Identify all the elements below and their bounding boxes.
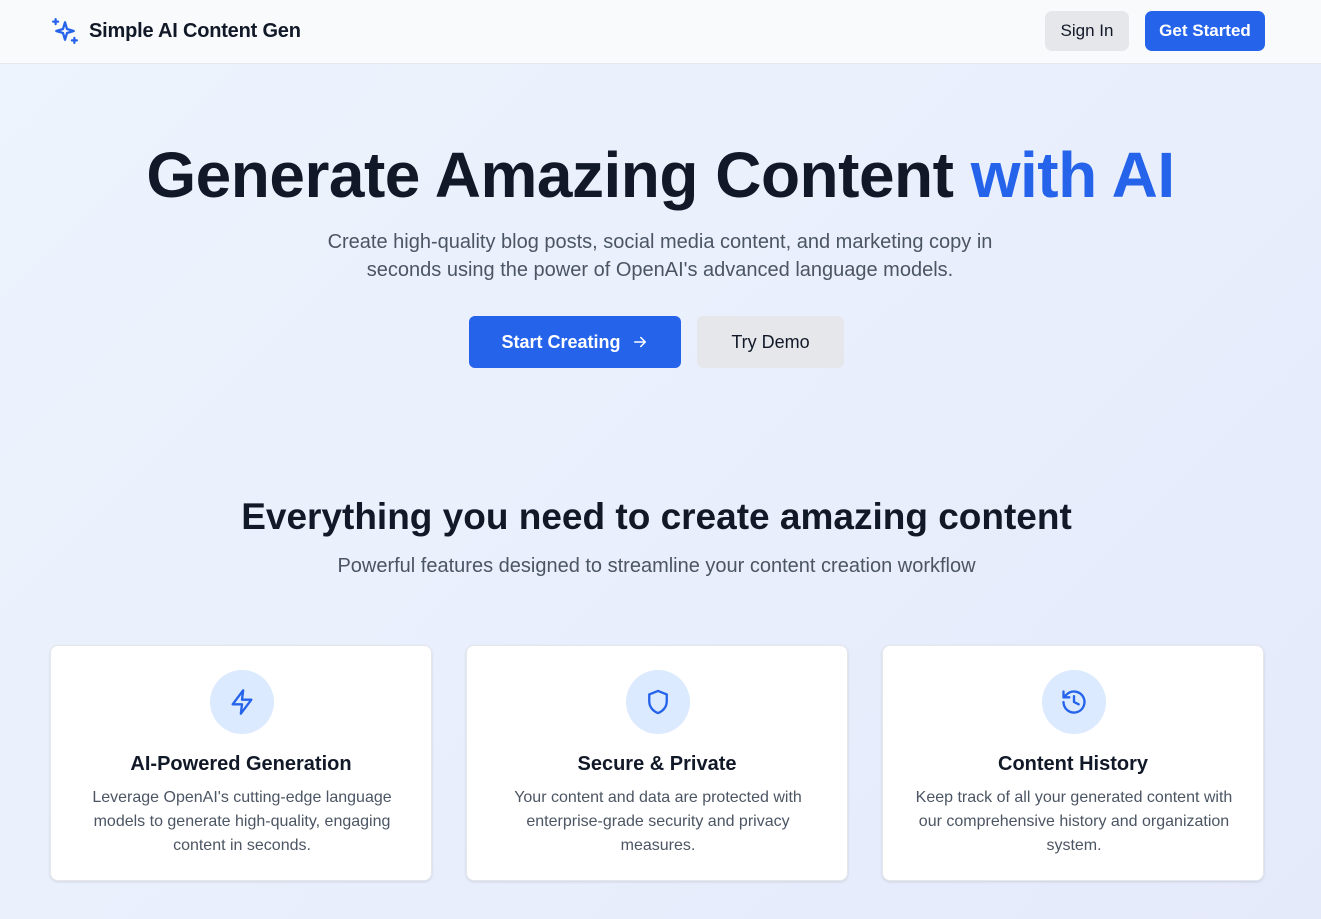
brand[interactable]: Simple AI Content Gen (50, 16, 301, 46)
feature-card-secure: Secure & Private Your content and data a… (466, 645, 848, 881)
try-demo-button[interactable]: Try Demo (697, 316, 844, 368)
shield-icon (648, 689, 668, 715)
feature-description: Your content and data are protected with… (514, 789, 802, 854)
arrow-right-icon (633, 336, 646, 348)
feature-icon-circle (1042, 670, 1106, 734)
navbar: Simple AI Content Gen Sign In Get Starte… (0, 0, 1321, 64)
feature-icon-circle (626, 670, 690, 734)
feature-card-ai-generation: AI-Powered Generation Leverage OpenAI's … (50, 645, 432, 881)
get-started-button[interactable]: Get Started (1145, 11, 1265, 51)
history-icon (1062, 690, 1086, 714)
sign-in-button[interactable]: Sign In (1045, 11, 1129, 51)
feature-card-history: Content History Keep track of all your g… (882, 645, 1264, 881)
start-creating-button[interactable]: Start Creating (469, 316, 681, 368)
hero-title: Generate Amazing Content with AI (0, 137, 1321, 213)
start-creating-label: Start Creating (501, 331, 621, 352)
features-title: Everything you need to create amazing co… (241, 496, 1072, 537)
hero-title-accent: with AI (970, 139, 1175, 211)
lightning-bolt-icon (231, 689, 253, 715)
feature-title: Content History (998, 753, 1148, 775)
feature-description: Leverage OpenAI's cutting-edge language … (92, 789, 392, 854)
hero-subtitle: Create high-quality blog posts, social m… (327, 231, 993, 281)
features-subtitle: Powerful features designed to streamline… (337, 555, 976, 577)
feature-icon-circle (210, 670, 274, 734)
sparkles-icon (52, 18, 78, 44)
brand-name: Simple AI Content Gen (89, 19, 301, 42)
feature-description: Keep track of all your generated content… (915, 789, 1233, 854)
feature-title: Secure & Private (577, 753, 737, 775)
hero-title-main: Generate Amazing Content (146, 139, 971, 211)
feature-title: AI-Powered Generation (130, 753, 352, 775)
